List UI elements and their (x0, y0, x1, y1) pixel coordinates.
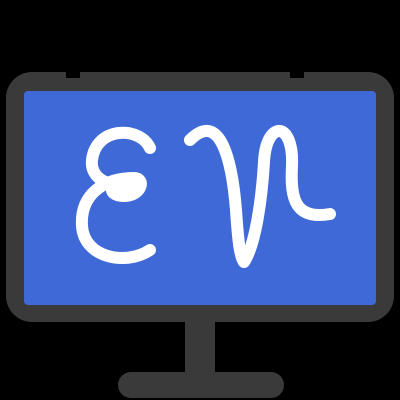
app-icon-canvas (0, 0, 400, 400)
frame-notch-left (66, 68, 80, 78)
monitor-stand-base (118, 372, 284, 398)
frame-notch-right (290, 68, 304, 78)
monitor-screen (24, 91, 376, 305)
monitor-ev-logo-icon (6, 68, 394, 398)
monitor-stand-neck (185, 320, 215, 378)
